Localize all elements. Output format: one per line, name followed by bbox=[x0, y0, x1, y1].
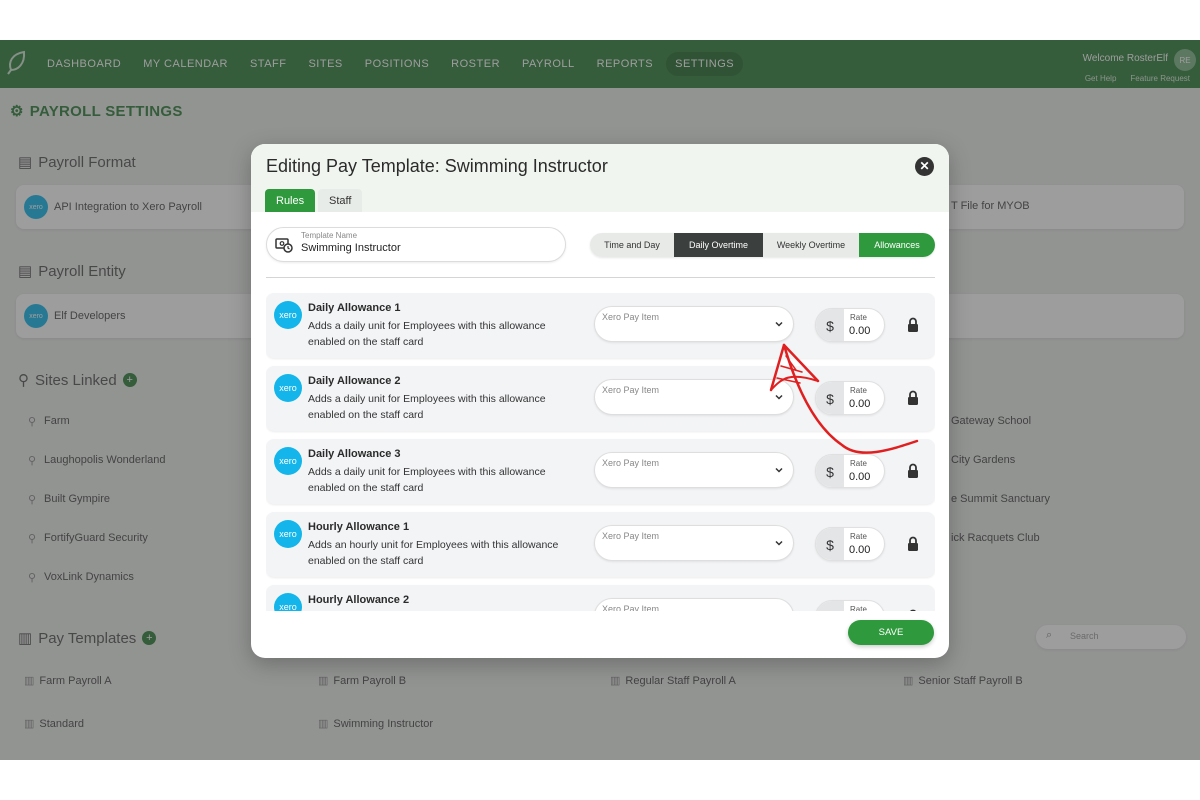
rate-field[interactable]: $ Rate 0.00 bbox=[815, 454, 885, 488]
lock-icon[interactable] bbox=[907, 390, 919, 406]
allowance-title: Daily Allowance 2 bbox=[308, 375, 401, 387]
rate-label: Rate bbox=[850, 605, 867, 611]
select-placeholder: Xero Pay Item bbox=[602, 312, 660, 322]
allowance-card: xero Daily Allowance 1 Adds a daily unit f… bbox=[266, 293, 935, 358]
dollar-icon: $ bbox=[816, 601, 844, 611]
allowance-description: Adds a daily unit for Employees with thi… bbox=[308, 393, 546, 421]
lock-icon[interactable] bbox=[907, 536, 919, 552]
select-placeholder: Xero Pay Item bbox=[602, 604, 660, 611]
select-placeholder: Xero Pay Item bbox=[602, 385, 660, 395]
rate-value[interactable]: 0.00 bbox=[849, 544, 870, 556]
rate-field[interactable]: $ Rate 0.00 bbox=[815, 381, 885, 415]
chevron-down-icon bbox=[775, 321, 783, 327]
xero-logo-icon: xero bbox=[274, 447, 302, 475]
allowance-description: Adds a daily unit for Employees with thi… bbox=[308, 320, 546, 348]
rate-label: Rate bbox=[850, 386, 867, 395]
allowance-title: Daily Allowance 3 bbox=[308, 448, 401, 460]
allowance-title: Daily Allowance 1 bbox=[308, 302, 401, 314]
chevron-down-icon bbox=[775, 540, 783, 546]
segment-daily-overtime[interactable]: Daily Overtime bbox=[674, 233, 763, 257]
rate-value[interactable]: 0.00 bbox=[849, 398, 870, 410]
select-placeholder: Xero Pay Item bbox=[602, 458, 660, 468]
modal-title: Editing Pay Template: Swimming Instructo… bbox=[266, 156, 608, 176]
xero-pay-item-select[interactable]: Xero Pay Item bbox=[594, 306, 794, 342]
allowance-description: Adds an hourly unit for Employees with t… bbox=[308, 539, 559, 567]
xero-pay-item-select[interactable]: Xero Pay Item bbox=[594, 598, 794, 611]
allowance-list[interactable]: xero Daily Allowance 1 Adds a daily unit f… bbox=[266, 293, 935, 611]
dollar-icon: $ bbox=[816, 528, 844, 560]
rate-field[interactable]: $Rate0.00 bbox=[815, 600, 885, 611]
xero-logo-icon: xero bbox=[274, 301, 302, 329]
rate-label: Rate bbox=[850, 459, 867, 468]
xero-pay-item-select[interactable]: Xero Pay Item bbox=[594, 379, 794, 415]
template-name-field[interactable]: Template Name Swimming Instructor bbox=[266, 227, 566, 262]
rate-field[interactable]: $ Rate 0.00 bbox=[815, 308, 885, 342]
save-button[interactable]: SAVE bbox=[848, 620, 934, 645]
rate-value[interactable]: 0.00 bbox=[849, 325, 870, 337]
edit-pay-template-modal: Editing Pay Template: Swimming Instructo… bbox=[251, 144, 949, 658]
allowance-card: xero Hourly Allowance 1 Adds an hourly uni… bbox=[266, 512, 935, 577]
lock-icon[interactable] bbox=[907, 609, 919, 611]
allowance-description: Adds a daily unit for Employees with thi… bbox=[308, 466, 546, 494]
xero-pay-item-select[interactable]: Xero Pay Item bbox=[594, 452, 794, 488]
template-name-value: Swimming Instructor bbox=[301, 242, 401, 254]
divider bbox=[266, 277, 935, 278]
money-template-icon bbox=[275, 238, 293, 253]
segment-time-and-day[interactable]: Time and Day bbox=[590, 233, 674, 257]
allowance-card: xero Daily Allowance 3 Adds a daily unit f… bbox=[266, 439, 935, 504]
select-placeholder: Xero Pay Item bbox=[602, 531, 660, 541]
lock-icon[interactable] bbox=[907, 463, 919, 479]
xero-logo-icon: xero bbox=[274, 374, 302, 402]
xero-logo-icon: xero bbox=[274, 520, 302, 548]
allowance-card: xero Hourly Allowance 2 Adds an hourly uni… bbox=[266, 585, 935, 611]
rate-label: Rate bbox=[850, 532, 867, 541]
allowance-title: Hourly Allowance 1 bbox=[308, 521, 410, 533]
rate-field[interactable]: $ Rate 0.00 bbox=[815, 527, 885, 561]
app-window: DASHBOARDMY CALENDARSTAFFSITESPOSITIONSR… bbox=[0, 40, 1200, 760]
dollar-icon: $ bbox=[816, 455, 844, 487]
tab-rules[interactable]: Rules bbox=[265, 189, 316, 212]
allowance-description: Adds an hourly unit for Employees with t… bbox=[308, 610, 568, 611]
chevron-down-icon bbox=[775, 394, 783, 400]
tab-staff[interactable]: Staff bbox=[318, 189, 363, 212]
rule-category-segment: Time and Day Daily Overtime Weekly Overtim… bbox=[590, 233, 935, 257]
xero-pay-item-select[interactable]: Xero Pay Item bbox=[594, 525, 794, 561]
dollar-icon: $ bbox=[816, 309, 844, 341]
close-icon[interactable]: ✕ bbox=[915, 157, 934, 176]
template-name-label: Template Name bbox=[301, 231, 358, 240]
rate-label: Rate bbox=[850, 313, 867, 322]
segment-allowances[interactable]: Allowances bbox=[859, 233, 935, 257]
allowance-title: Hourly Allowance 2 bbox=[308, 594, 410, 606]
lock-icon[interactable] bbox=[907, 317, 919, 333]
rate-value[interactable]: 0.00 bbox=[849, 471, 870, 483]
xero-logo-icon: xero bbox=[274, 593, 302, 611]
allowance-card: xero Daily Allowance 2 Adds a daily unit f… bbox=[266, 366, 935, 431]
segment-weekly-overtime[interactable]: Weekly Overtime bbox=[763, 233, 859, 257]
dollar-icon: $ bbox=[816, 382, 844, 414]
chevron-down-icon bbox=[775, 467, 783, 473]
